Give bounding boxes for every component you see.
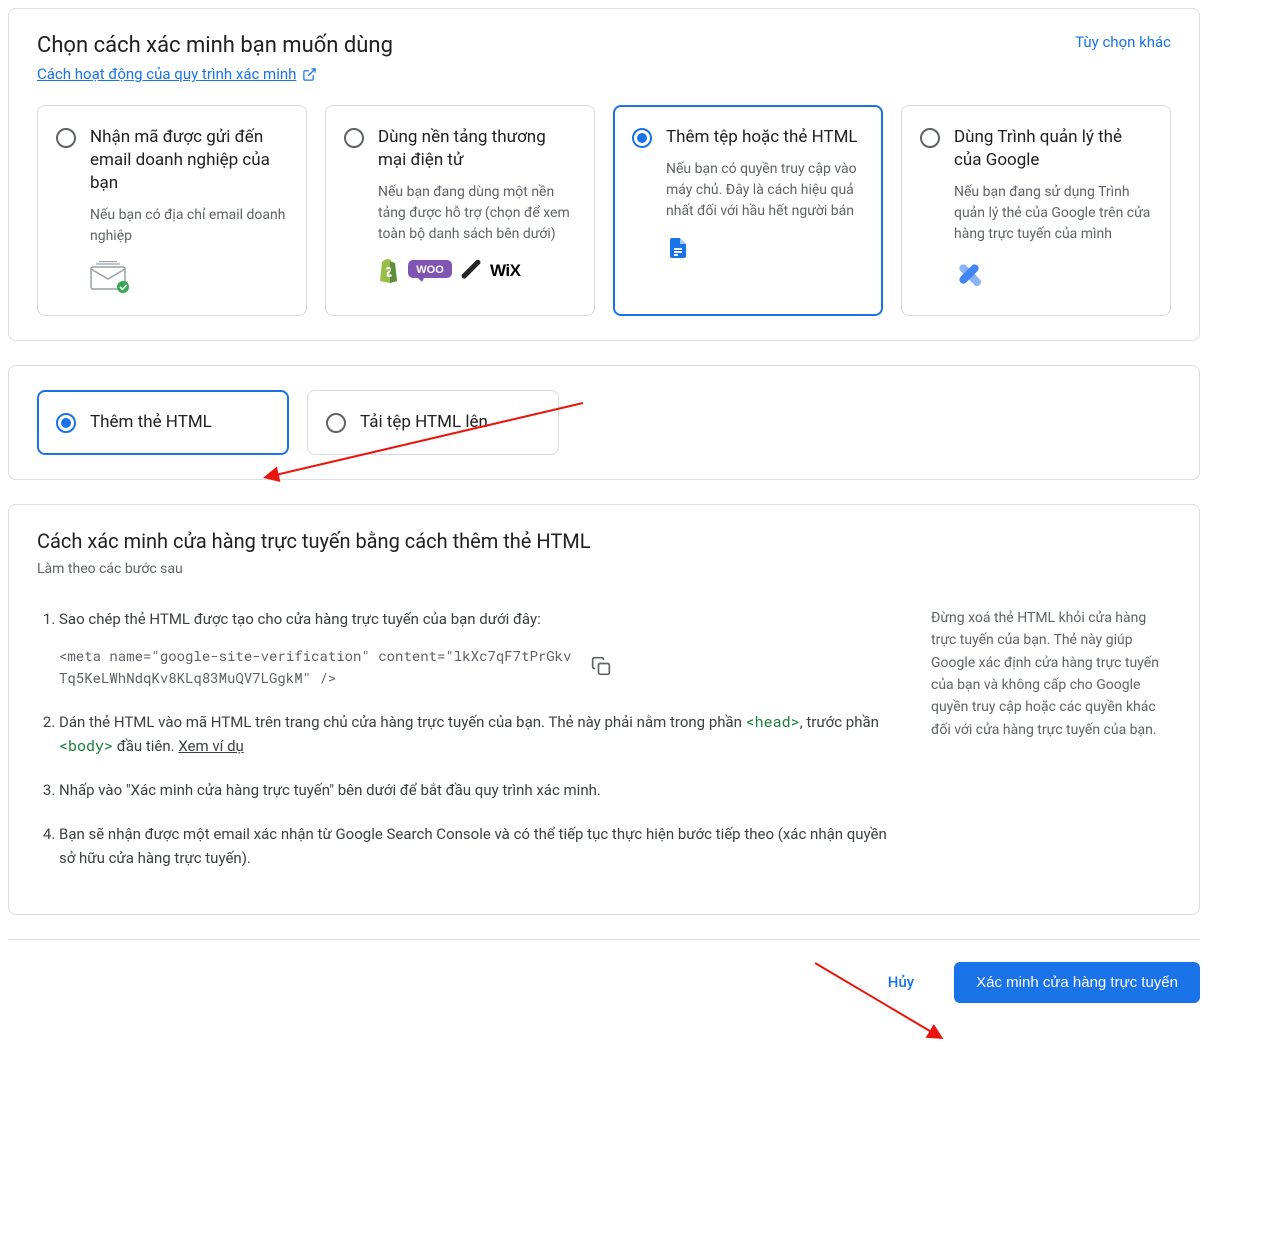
how-it-works-label: Cách hoạt động của quy trình xác minh <box>37 65 296 83</box>
option-desc: Nếu bạn đang sử dụng Trình quản lý thẻ c… <box>954 182 1152 245</box>
verification-method-card: Chọn cách xác minh bạn muốn dùng Cách ho… <box>8 8 1200 341</box>
html-sub-options-card: Thêm thẻ HTML Tải tệp HTML lên <box>8 365 1200 480</box>
sub-options: Thêm thẻ HTML Tải tệp HTML lên <box>37 390 1171 455</box>
meta-tag-code: <meta name="google-site-verification" co… <box>59 645 579 690</box>
svg-text:WOO: WOO <box>416 264 444 276</box>
option-title: Nhận mã được gửi đến email doanh nghiệp … <box>90 126 288 195</box>
option-ecommerce[interactable]: Dùng nền tảng thương mại điện tử Nếu bạn… <box>325 105 595 316</box>
verification-options: Nhận mã được gửi đến email doanh nghiệp … <box>37 105 1171 316</box>
wix-icon: WiX <box>490 261 520 281</box>
step-4: Bạn sẽ nhận được một email xác nhận từ G… <box>59 822 901 870</box>
card-title: Chọn cách xác minh bạn muốn dùng <box>37 33 393 58</box>
step-2: Dán thẻ HTML vào mã HTML trên trang chủ … <box>59 710 901 758</box>
option-email[interactable]: Nhận mã được gửi đến email doanh nghiệp … <box>37 105 307 316</box>
footer-bar: Hủy Xác minh cửa hàng trực tuyến <box>8 939 1200 1003</box>
squarespace-icon <box>460 260 482 282</box>
copy-button[interactable] <box>591 656 613 678</box>
other-options-link[interactable]: Tùy chọn khác <box>1075 33 1171 51</box>
copy-icon <box>591 656 611 676</box>
radio-icon <box>344 128 364 148</box>
radio-icon <box>326 413 346 433</box>
head-tag: <head> <box>746 712 800 732</box>
card-header: Chọn cách xác minh bạn muốn dùng Cách ho… <box>37 33 1171 83</box>
radio-icon <box>56 413 76 433</box>
radio-icon <box>56 128 76 148</box>
option-title: Thêm tệp hoặc thẻ HTML <box>666 126 858 149</box>
option-title: Dùng Trình quản lý thẻ của Google <box>954 126 1152 172</box>
step-1: Sao chép thẻ HTML được tạo cho cửa hàng … <box>59 607 901 690</box>
radio-icon <box>920 128 940 148</box>
option-html[interactable]: Thêm tệp hoặc thẻ HTML Nếu bạn có quyền … <box>613 105 883 316</box>
verify-button[interactable]: Xác minh cửa hàng trực tuyến <box>954 962 1200 1003</box>
sub-option-add-tag[interactable]: Thêm thẻ HTML <box>37 390 289 455</box>
instructions-steps: Sao chép thẻ HTML được tạo cho cửa hàng … <box>37 607 901 890</box>
see-example-link[interactable]: Xem ví dụ <box>178 737 243 755</box>
sub-option-title: Tải tệp HTML lên <box>360 411 488 434</box>
platforms-icons: WOO WiX <box>378 259 576 283</box>
gtm-icon <box>954 259 1152 289</box>
option-desc: Nếu bạn có quyền truy cập vào máy chủ. Đ… <box>666 159 864 222</box>
option-title: Dùng nền tảng thương mại điện tử <box>378 126 576 172</box>
sub-option-upload-file[interactable]: Tải tệp HTML lên <box>307 390 559 455</box>
shopify-icon <box>378 259 400 283</box>
instructions-card: Cách xác minh cửa hàng trực tuyến bằng c… <box>8 504 1200 915</box>
step-3: Nhấp vào "Xác minh cửa hàng trực tuyến" … <box>59 778 901 802</box>
woo-icon: WOO <box>408 260 452 282</box>
option-gtm[interactable]: Dùng Trình quản lý thẻ của Google Nếu bạ… <box>901 105 1171 316</box>
html-file-icon <box>666 236 864 260</box>
radio-icon <box>632 128 652 148</box>
instructions-note: Đừng xoá thẻ HTML khỏi cửa hàng trực tuy… <box>931 607 1171 890</box>
option-desc: Nếu bạn đang dùng một nền tảng được hỗ t… <box>378 182 576 245</box>
external-link-icon <box>302 67 317 82</box>
sub-option-title: Thêm thẻ HTML <box>90 411 212 434</box>
option-desc: Nếu bạn có địa chỉ email doanh nghiệp <box>90 205 288 247</box>
how-it-works-link[interactable]: Cách hoạt động của quy trình xác minh <box>37 65 317 83</box>
cancel-button[interactable]: Hủy <box>876 963 926 1001</box>
email-image-icon <box>90 261 288 293</box>
instructions-title: Cách xác minh cửa hàng trực tuyến bằng c… <box>37 529 1171 553</box>
instructions-subtitle: Làm theo các bước sau <box>37 561 1171 577</box>
body-tag: <body> <box>59 736 113 756</box>
